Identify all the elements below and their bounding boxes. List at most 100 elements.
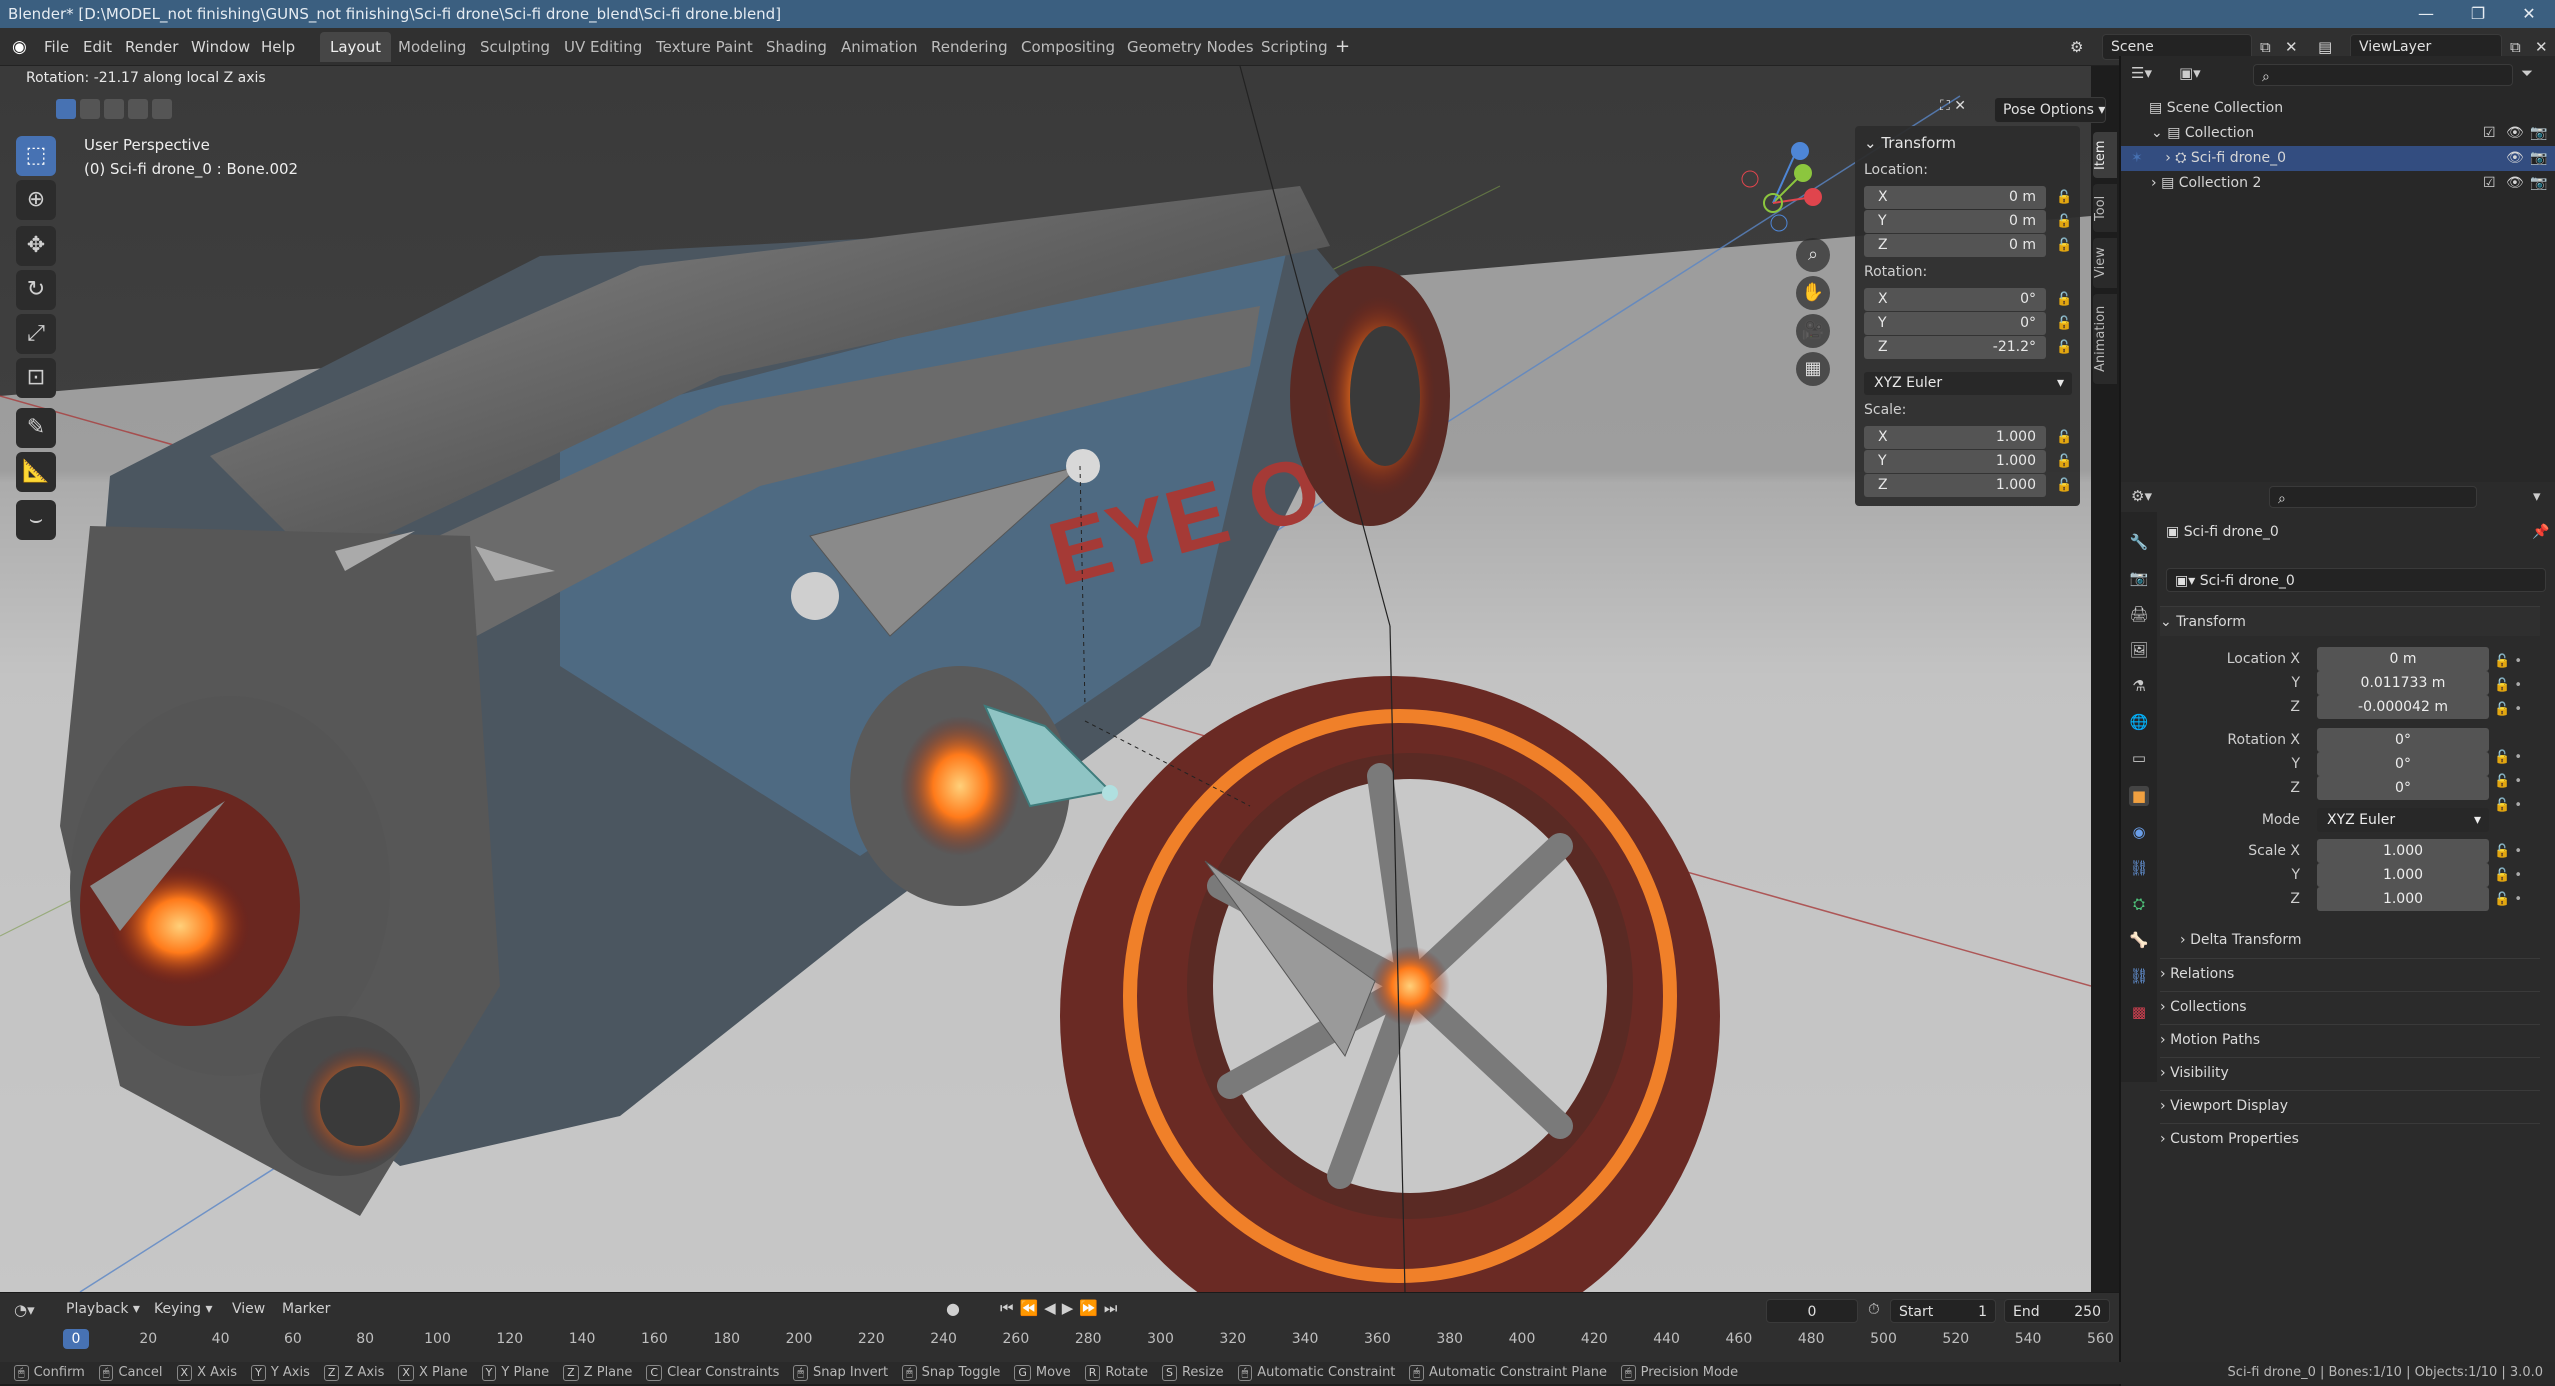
eye-icon[interactable]: 👁 [2506,121,2524,146]
select-box-tool-icon[interactable]: ⬚ [16,136,56,176]
current-frame-input[interactable]: 0 [1766,1299,1858,1323]
panel-viewport-display[interactable]: › Viewport Display [2160,1090,2540,1120]
lock-icon[interactable]: 🔓 [2056,478,2072,494]
panel-transform-header[interactable]: ⌄ Transform [2160,606,2540,636]
properties-editor-type-icon[interactable]: ⚙▾ [2131,487,2152,505]
constraints-icon[interactable]: ⛓ [2129,858,2149,878]
rotation-mode-dropdown[interactable]: XYZ Euler ▾ [1864,372,2072,395]
location-x-input[interactable]: 0 m [2317,647,2489,671]
pan-hand-icon[interactable]: ✋ [1796,276,1830,310]
end-frame-input[interactable]: End 250 [2004,1299,2110,1323]
tab-animation[interactable]: Animation [2093,294,2117,384]
scene-properties-icon[interactable]: ⚗ [2129,676,2149,696]
menu-playback[interactable]: Playback ▾ [66,1301,140,1317]
start-frame-input[interactable]: Start 1 [1890,1299,1996,1323]
location-y-field[interactable]: Y 0 m [1864,210,2046,233]
object-properties-icon[interactable]: ■ [2129,786,2149,806]
armature-data-icon[interactable]: ⛭ [2129,894,2149,914]
lock-icon[interactable]: 🔓 [2056,190,2072,206]
timeline-editor-type-icon[interactable]: ◔▾ [14,1301,35,1319]
select-new-icon[interactable] [56,99,76,119]
checkbox-icon[interactable]: ☑ [2483,171,2496,196]
outliner-row-selected[interactable]: ✶ › ⛭ Sci-fi drone_0 👁 📷 [2121,146,2555,171]
select-subtract-icon[interactable] [104,99,124,119]
rotation-z-input[interactable]: 0° [2317,776,2489,800]
rotation-y-field[interactable]: Y 0° [1864,312,2046,335]
menu-render[interactable]: Render [125,34,178,60]
texture-properties-icon[interactable]: ▩ [2129,1002,2149,1022]
rotation-z-field[interactable]: Z -21.2° [1864,336,2046,359]
outliner-editor-type-icon[interactable]: ☰▾ [2131,64,2152,82]
expand-arrow-icon[interactable]: ⌄ [2131,125,2167,141]
scale-tool-icon[interactable]: ⤢ [16,314,56,354]
outliner-row[interactable]: ⌄ ▤ Collection ☑ 👁 📷 [2121,121,2555,146]
lock-icon[interactable]: 🔓 [2056,430,2072,446]
tab-view[interactable]: View [2093,238,2117,288]
tab-modeling[interactable]: Modeling [388,32,476,62]
ortho-toggle-icon[interactable]: ▦ [1796,352,1830,386]
menu-help[interactable]: Help [261,34,295,60]
panel-collections[interactable]: › Collections [2160,991,2540,1021]
filter-icon[interactable]: ⏷ [2521,64,2533,82]
panel-delta-transform[interactable]: › Delta Transform [2180,925,2540,955]
bone-constraints-icon[interactable]: ⛓ [2129,966,2149,986]
panel-motion-paths[interactable]: › Motion Paths [2160,1024,2540,1054]
lock-icon[interactable]: 🔓 [2056,316,2072,332]
lock-icons-column[interactable]: 🔓 • 🔓 • 🔓 • 🔓 • 🔓 • 🔓 • [2494,650,2522,818]
location-z-input[interactable]: -0.000042 m [2317,695,2489,719]
select-extend-icon[interactable] [80,99,100,119]
world-properties-icon[interactable]: 🌐 [2129,712,2149,732]
gizmo-toggle-icon[interactable]: ⛶ ✕ [1940,98,1966,114]
scale-y-field[interactable]: Y 1.000 [1864,450,2046,473]
tab-shading[interactable]: Shading [756,32,837,62]
pin-icon[interactable]: 📌 [2532,524,2549,540]
eye-icon[interactable]: 👁 [2506,146,2524,171]
close-icon[interactable]: ✕ [2503,0,2555,28]
tab-item[interactable]: Item [2093,132,2117,178]
tab-texture-paint[interactable]: Texture Paint [646,32,763,62]
cursor-tool-icon[interactable]: ⊕ [16,180,56,220]
annotate-tool-icon[interactable]: ✎ [16,408,56,448]
tab-compositing[interactable]: Compositing [1011,32,1125,62]
lock-icon[interactable]: 🔓 [2056,292,2072,308]
menu-window[interactable]: Window [191,34,250,60]
menu-edit[interactable]: Edit [83,34,112,60]
tab-layout[interactable]: Layout [320,32,391,62]
eye-icon[interactable]: 👁 [2506,171,2524,196]
scale-z-input[interactable]: 1.000 [2317,887,2489,911]
record-icon[interactable]: ● [946,1299,960,1318]
move-tool-icon[interactable]: ✥ [16,226,56,266]
rotation-x-input[interactable]: 0° [2317,728,2489,752]
clock-icon[interactable]: ⏱ [1868,1300,1880,1318]
options-chevron-icon[interactable]: ▾ [2533,487,2541,505]
transform-tool-icon[interactable]: ⊡ [16,358,56,398]
tab-geometry-nodes[interactable]: Geometry Nodes [1117,32,1264,62]
scene-icon[interactable]: ⚙ [2070,34,2083,60]
expand-arrow-icon[interactable]: › [2131,175,2161,191]
object-datablock-field[interactable]: ▣▾ Sci-fi drone_0 [2166,568,2546,592]
tool-settings-icon[interactable]: 🔧 [2129,532,2149,552]
scale-x-field[interactable]: X 1.000 [1864,426,2046,449]
render-camera-icon[interactable]: 📷 [2530,146,2547,171]
tab-scripting[interactable]: Scripting [1251,32,1338,62]
scale-lock-icons[interactable]: 🔓 • 🔓 • 🔓 • [2494,840,2522,912]
location-x-field[interactable]: X 0 m [1864,186,2046,209]
menu-view[interactable]: View [232,1301,265,1317]
playback-controls[interactable]: ⏮⏪◀▶⏩⏭ [1000,1299,1123,1317]
lock-icon[interactable]: 🔓 [2056,214,2072,230]
blender-logo-icon[interactable]: ◉ [12,34,27,60]
restore-icon[interactable]: ❐ [2452,0,2504,28]
measure-tool-icon[interactable]: 📐 [16,452,56,492]
expand-arrow-icon[interactable]: › [2147,150,2175,166]
scale-x-input[interactable]: 1.000 [2317,839,2489,863]
render-camera-icon[interactable]: 📷 [2530,121,2547,146]
add-workspace-icon[interactable]: + [1335,34,1350,60]
properties-search-input[interactable]: ⌕ [2269,486,2477,508]
tab-rendering[interactable]: Rendering [921,32,1018,62]
minimize-icon[interactable]: — [2400,0,2452,28]
pose-options-dropdown[interactable]: Pose Options ▾ [1994,97,2106,123]
display-mode-icon[interactable]: ▣▾ [2179,64,2201,82]
checkbox-icon[interactable]: ☑ [2483,121,2496,146]
render-properties-icon[interactable]: 📷 [2129,568,2149,588]
menu-file[interactable]: File [44,34,69,60]
